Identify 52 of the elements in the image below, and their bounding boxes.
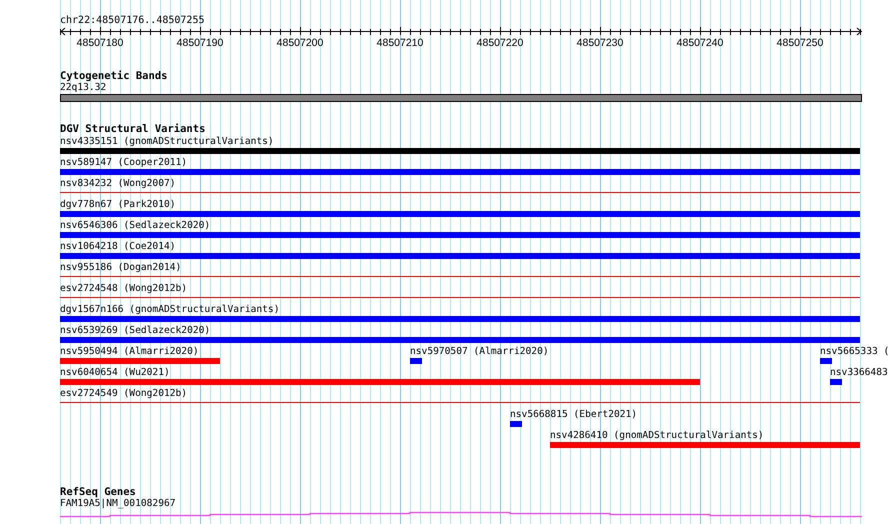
variant-label: nsv4335151 (gnomADStructuralVariants)	[60, 136, 274, 148]
variant-label: nsv4286410 (gnomADStructuralVariants)	[550, 430, 764, 442]
tick-label: 48507240	[676, 37, 724, 49]
variant-bar[interactable]	[510, 421, 522, 427]
variant-line[interactable]	[60, 297, 860, 298]
variant-line[interactable]	[60, 402, 860, 403]
variant-label: nsv5665333 (	[820, 346, 890, 358]
variant-label: dgv1567n166 (gnomADStructuralVariants)	[60, 304, 280, 316]
tick-label: 48507220	[476, 37, 524, 49]
variant-label: nsv1064218 (Coe2014)	[60, 241, 176, 253]
variant-label: nsv6539269 (Sedlazeck2020)	[60, 325, 210, 337]
variant-bar[interactable]	[820, 358, 832, 364]
track-title: DGV Structural Variants	[60, 123, 206, 135]
tick-label: 48507200	[276, 37, 324, 49]
tick-label: 48507250	[776, 37, 824, 49]
variant-bar[interactable]	[60, 253, 860, 259]
variant-label: nsv3366483	[830, 367, 888, 379]
variant-label: esv2724549 (Wong2012b)	[60, 388, 188, 400]
cytoband-bar[interactable]	[60, 94, 862, 102]
variant-bar[interactable]	[60, 232, 860, 238]
variant-label: nsv955186 (Dogan2014)	[60, 262, 182, 274]
variant-label: esv2724548 (Wong2012b)	[60, 283, 188, 295]
tick-label: 48507210	[376, 37, 424, 49]
variant-label: nsv5970507 (Almarri2020)	[410, 346, 549, 358]
variant-label: nsv5668815 (Ebert2021)	[510, 409, 638, 421]
variant-bar[interactable]	[60, 358, 220, 364]
tick-label: 48507190	[176, 37, 224, 49]
variant-line[interactable]	[60, 276, 860, 277]
tick-label: 48507230	[576, 37, 624, 49]
gene-model-line[interactable]	[60, 512, 862, 518]
band-label: 22q13.32	[60, 82, 108, 94]
variant-label: nsv6040654 (Wu2021)	[60, 367, 170, 379]
variant-bar[interactable]	[60, 169, 860, 175]
variant-line[interactable]	[60, 192, 860, 193]
variant-label: nsv589147 (Cooper2011)	[60, 157, 188, 169]
variant-bar[interactable]	[550, 442, 860, 448]
variant-bar[interactable]	[60, 379, 700, 385]
variant-bar[interactable]	[60, 337, 860, 343]
gene-label: FAM19A5|NM_001082967	[60, 498, 177, 510]
variant-bar[interactable]	[60, 211, 860, 217]
variant-bar[interactable]	[60, 316, 860, 322]
track-title: RefSeq Genes	[60, 486, 137, 498]
track-title: Cytogenetic Bands	[60, 70, 168, 82]
variant-label: nsv5950494 (Almarri2020)	[60, 346, 199, 358]
variant-label: dgv778n67 (Park2010)	[60, 199, 176, 211]
variant-label: nsv834232 (Wong2007)	[60, 178, 176, 190]
tick-label: 48507180	[76, 37, 124, 49]
variant-bar[interactable]	[410, 358, 422, 364]
variant-bar[interactable]	[830, 379, 842, 385]
variant-bar[interactable]	[60, 148, 860, 154]
location-label: chr22:48507176..48507255	[60, 15, 206, 27]
variant-label: nsv6546306 (Sedlazeck2020)	[60, 220, 210, 232]
